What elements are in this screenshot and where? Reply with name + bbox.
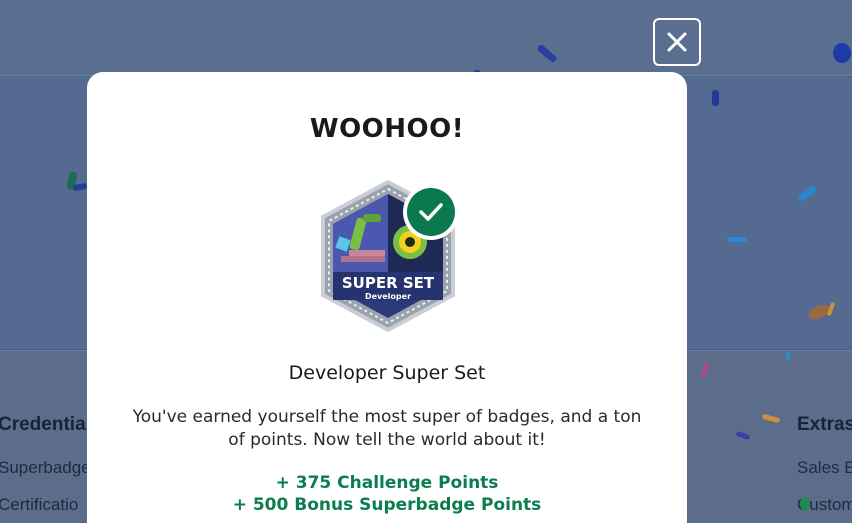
confetti-piece [712,90,719,106]
background-credentials-heading: Credentia [0,414,86,435]
earned-checkmark [403,184,459,240]
bonus-points: + 500 Bonus Superbadge Points [232,495,542,515]
background-certification-link: Certificatio [0,495,79,514]
challenge-points: + 375 Challenge Points [275,473,499,493]
confetti-piece [786,352,790,360]
badge-subtitle-text: Developer [365,292,411,301]
confetti-piece [800,497,810,511]
close-icon [667,32,687,52]
background-header [0,0,852,76]
background-sales-link: Sales E [797,458,852,477]
background-superbadge-link: Superbadge [0,458,91,477]
confetti-piece [727,237,747,242]
checkmark-icon [419,203,443,221]
achievement-description: You've earned yourself the most super of… [132,407,642,450]
close-button[interactable] [653,18,701,66]
background-extras-heading: Extras [797,414,852,435]
modal-headline: WOOHOO! [309,114,465,144]
badge-title: Developer Super Set [288,362,486,384]
achievement-modal: WOOHOO! SUPER SET Developer Developer Su… [87,72,687,523]
badge-banner-text: SUPER SET [342,274,435,292]
confetti-piece [833,43,851,63]
